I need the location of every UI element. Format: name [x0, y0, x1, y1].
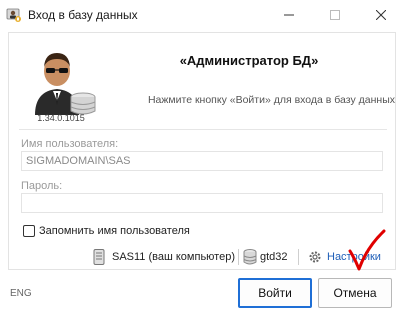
password-field[interactable]: [21, 193, 383, 213]
connection-status-bar: SAS11 (ваш компьютер) gtd32 Настройки: [9, 229, 395, 271]
login-hint: Нажмите кнопку «Войти» для входа в базу …: [147, 94, 395, 106]
gear-icon[interactable]: [308, 250, 322, 264]
maximize-button[interactable]: [312, 0, 358, 30]
admin-avatar-icon: [35, 53, 96, 115]
server-icon: [93, 249, 105, 265]
divider: [19, 129, 387, 130]
remember-checkbox[interactable]: [23, 225, 35, 237]
dialog-heading: «Администратор БД»: [179, 53, 319, 68]
login-app-icon: [6, 8, 21, 22]
separator: [238, 249, 239, 265]
close-button[interactable]: [358, 0, 404, 30]
app-version: 1.34.0.1015: [37, 113, 85, 123]
language-indicator[interactable]: ENG: [10, 288, 32, 299]
database-name: gtd32: [260, 251, 288, 263]
red-checkmark-icon: [348, 229, 386, 271]
username-label: Имя пользователя:: [21, 138, 119, 150]
remember-username[interactable]: Запомнить имя пользователя: [23, 225, 190, 237]
separator: [298, 249, 299, 265]
login-panel: 1.34.0.1015 «Администратор БД» Нажмите к…: [8, 32, 396, 271]
database-icon: [243, 249, 257, 265]
username-field[interactable]: SIGMADOMAIN\SAS: [21, 151, 383, 171]
remember-label: Запомнить имя пользователя: [39, 225, 190, 237]
minimize-button[interactable]: [266, 0, 312, 30]
login-button[interactable]: Войти: [238, 278, 312, 308]
server-name: SAS11 (ваш компьютер): [112, 251, 235, 263]
close-icon: [376, 10, 386, 20]
window-title: Вход в базу данных: [28, 8, 138, 22]
minimize-icon: [284, 14, 294, 16]
cancel-button[interactable]: Отмена: [318, 278, 392, 308]
password-label: Пароль:: [21, 180, 63, 192]
title-bar: Вход в базу данных: [0, 0, 404, 30]
maximize-icon: [330, 10, 340, 20]
